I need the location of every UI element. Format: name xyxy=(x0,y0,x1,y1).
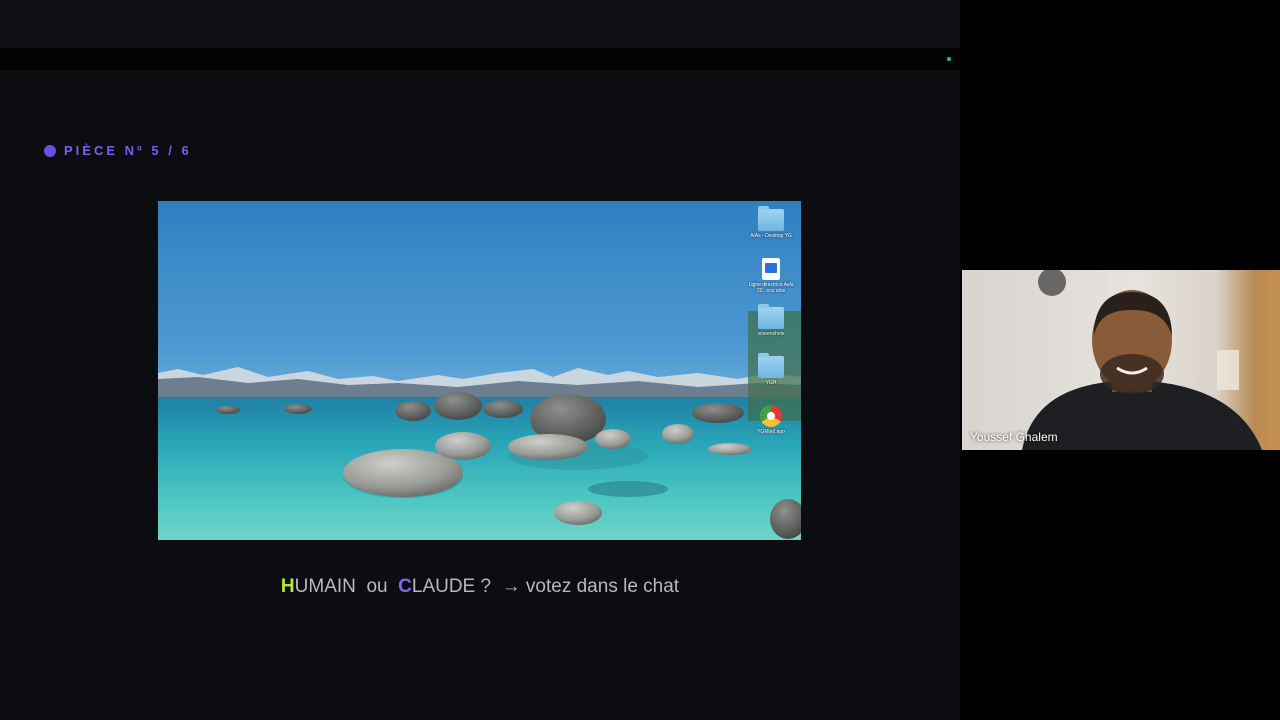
desktop-icon-ygh[interactable]: YGH xyxy=(743,353,799,405)
presentation-stage: PIÈCE Nº 5 / 6 AIAs - Desktop YG Ligne d… xyxy=(0,0,960,720)
lake-wallpaper xyxy=(158,311,801,540)
desktop-icon-column: AIAs - Desktop YG Ligne directrice Aels … xyxy=(743,206,799,454)
humain-rest: UMAIN xyxy=(294,576,356,597)
status-strip xyxy=(0,48,960,70)
vote-text: votez dans le chat xyxy=(525,576,680,597)
live-indicator-icon xyxy=(947,57,951,61)
claude-initial: C xyxy=(398,576,412,597)
desktop-icon-screenshots[interactable]: screenshots xyxy=(743,304,799,356)
desktop-icon-ygmind[interactable]: YGMind app xyxy=(743,405,799,454)
desktop-icon-ligne-directrice[interactable]: Ligne directrice Aels 20...ocs alos xyxy=(743,258,799,307)
participant-name: Youssef Ghalem xyxy=(970,430,1058,444)
top-bar xyxy=(0,0,960,48)
claude-rest: LAUDE ? xyxy=(411,576,492,597)
folder-icon xyxy=(758,206,784,231)
folder-icon xyxy=(758,353,784,378)
document-icon xyxy=(762,258,780,280)
participant-video-tile[interactable]: Youssef Ghalem xyxy=(962,270,1280,450)
arrow-icon: → xyxy=(491,576,526,597)
piece-counter: PIÈCE Nº 5 / 6 xyxy=(44,143,192,158)
piece-counter-label: PIÈCE Nº 5 / 6 xyxy=(64,143,192,158)
desktop-icon-aias[interactable]: AIAs - Desktop YG xyxy=(743,206,799,258)
folder-icon xyxy=(758,304,784,329)
humain-initial: H xyxy=(280,576,295,597)
vote-caption: HUMAIN ou CLAUDE ? → votez dans le chat xyxy=(0,576,960,598)
participant-video-feed xyxy=(1022,270,1262,450)
ou-text: ou xyxy=(355,576,399,597)
bullet-dot-icon xyxy=(44,144,56,157)
desktop-screenshot: AIAs - Desktop YG Ligne directrice Aels … xyxy=(158,201,801,540)
app-icon xyxy=(760,405,782,427)
